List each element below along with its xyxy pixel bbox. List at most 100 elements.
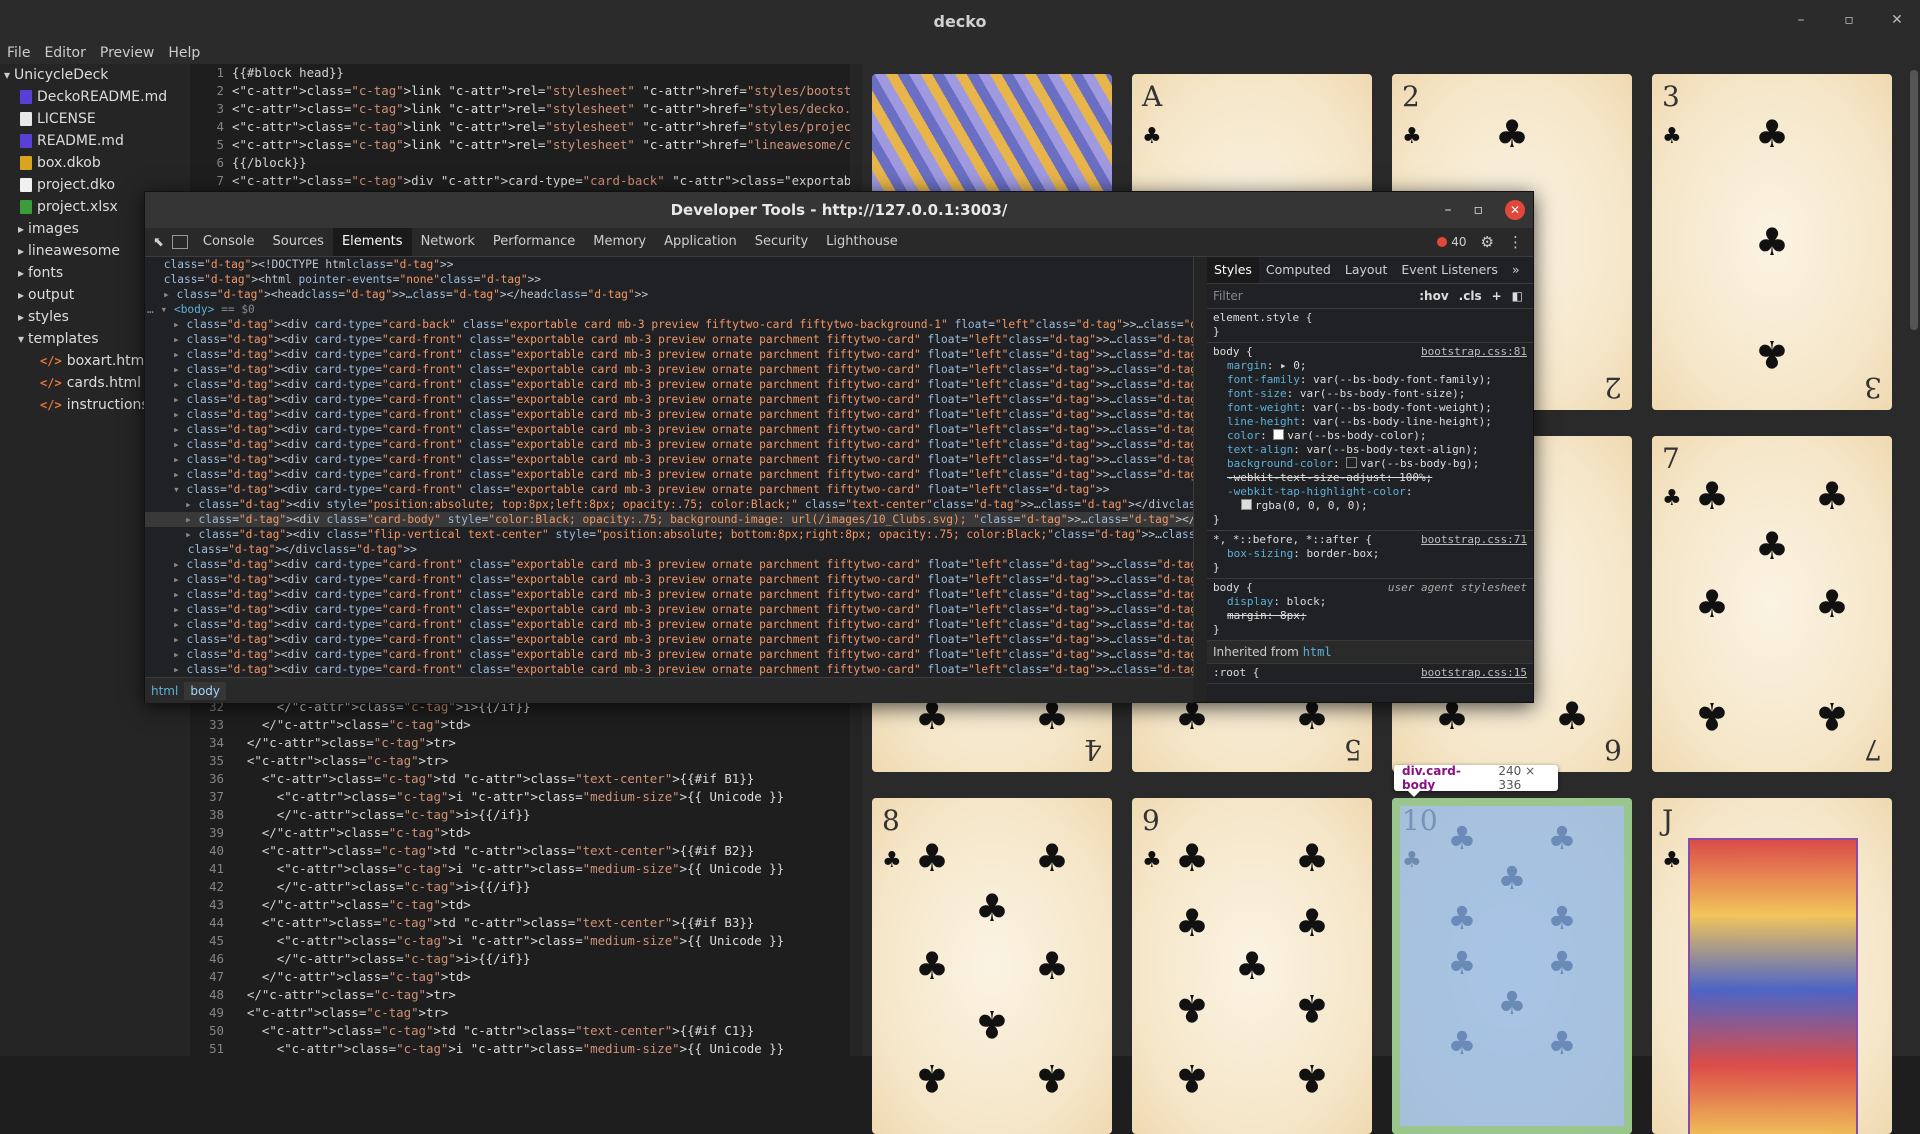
style-declaration[interactable]: box-sizing: border-box;: [1213, 547, 1527, 561]
code-line[interactable]: 34 </"c-attr">class="c-tag">tr>: [190, 734, 456, 752]
code-line[interactable]: 50 <"c-attr">class="c-tag">td "c-attr">c…: [190, 1022, 754, 1040]
disclosure-icon[interactable]: ▸: [173, 468, 186, 481]
elements-tree[interactable]: class="d-tag"><!DOCTYPE htmlclass="d-tag…: [145, 257, 1194, 677]
dom-node[interactable]: class="d-tag"><!DOCTYPE htmlclass="d-tag…: [145, 257, 1193, 272]
code-line[interactable]: 37 <"c-attr">class="c-tag">i "c-attr">cl…: [190, 788, 784, 806]
disclosure-icon[interactable]: ▸: [173, 438, 186, 451]
dom-node[interactable]: ▸ class="d-tag"><div class="flip-vertica…: [145, 527, 1193, 542]
style-declaration[interactable]: background-color: var(--bs-body-bg);: [1213, 457, 1527, 471]
dom-node[interactable]: ▸ class="d-tag"><div class="card-body" s…: [145, 512, 1193, 527]
code-line[interactable]: 38 </"c-attr">class="c-tag">i>{{/if}}: [190, 806, 530, 824]
style-declaration[interactable]: font-family: var(--bs-body-font-family);: [1213, 373, 1527, 387]
disclosure-icon[interactable]: ▸: [185, 528, 198, 541]
playing-card[interactable]: 9 ♣ ♣ ♣ ♣ ♣ ♣ ♣ ♣ ♣ ♣: [1132, 798, 1372, 1134]
style-rule[interactable]: user agent stylesheet body {display: bloc…: [1207, 579, 1533, 641]
dom-node[interactable]: ▸ class="d-tag"><div card-type="card-fro…: [145, 632, 1193, 647]
code-line[interactable]: 1 {{#block head}}: [190, 64, 344, 82]
overridden-declaration[interactable]: -webkit-text-size-adjust: 100%;: [1213, 471, 1527, 485]
dom-node[interactable]: ▸ class="d-tag"><div card-type="card-fro…: [145, 407, 1193, 422]
devtools-tab-performance[interactable]: Performance: [484, 228, 584, 256]
dom-node[interactable]: ▸ class="d-tag"><div card-type="card-fro…: [145, 377, 1193, 392]
dom-node[interactable]: … ▾ <body> == $0: [145, 302, 1193, 317]
disclosure-icon[interactable]: ▸: [173, 558, 186, 571]
disclosure-icon[interactable]: … ▾: [147, 303, 174, 316]
devtools-tab-elements[interactable]: Elements: [332, 228, 412, 256]
close-icon[interactable]: ✕: [1888, 12, 1906, 28]
menu-file[interactable]: File: [0, 45, 37, 61]
style-rule[interactable]: element.style {}: [1207, 309, 1533, 343]
disclosure-icon[interactable]: ▸: [173, 618, 186, 631]
dom-node[interactable]: ▸ class="d-tag"><div card-type="card-fro…: [145, 437, 1193, 452]
code-line[interactable]: 49 <"c-attr">class="c-tag">tr>: [190, 1004, 448, 1022]
dom-node[interactable]: ▾ class="d-tag"><div card-type="card-fro…: [145, 482, 1193, 497]
disclosure-icon[interactable]: ▸: [173, 363, 186, 376]
cls-toggle[interactable]: .cls: [1459, 289, 1482, 303]
disclosure-icon[interactable]: ▸: [173, 603, 186, 616]
disclosure-icon[interactable]: ▸: [173, 333, 186, 346]
dom-node[interactable]: ▸ class="d-tag"><div card-type="card-fro…: [145, 392, 1193, 407]
add-rule-icon[interactable]: +: [1492, 289, 1502, 303]
tree-root[interactable]: ▾ UnicycleDeck: [0, 64, 190, 86]
code-line[interactable]: 51 <"c-attr">class="c-tag">i "c-attr">cl…: [190, 1040, 784, 1058]
devtools-tab-application[interactable]: Application: [655, 228, 746, 256]
color-swatch[interactable]: [1241, 499, 1252, 510]
dom-node[interactable]: ▸ class="d-tag"><headclass="d-tag">>…cla…: [145, 287, 1193, 302]
dom-node[interactable]: class="d-tag"><html pointer-events="none…: [145, 272, 1193, 287]
minimize-icon[interactable]: –: [1792, 12, 1810, 28]
color-swatch[interactable]: [1273, 429, 1285, 440]
hov-toggle[interactable]: :hov: [1419, 289, 1448, 303]
dom-node[interactable]: ▸ class="d-tag"><div card-type="card-fro…: [145, 332, 1193, 347]
devtools-close-icon[interactable]: ✕: [1505, 200, 1525, 220]
styles-tab[interactable]: Event Listeners: [1394, 257, 1505, 283]
tree-item[interactable]: README.md: [0, 130, 190, 152]
filter-input[interactable]: Filter: [1213, 289, 1419, 303]
devtools-tab-network[interactable]: Network: [412, 228, 484, 256]
code-line[interactable]: 45 <"c-attr">class="c-tag">i "c-attr">cl…: [190, 932, 784, 950]
disclosure-icon[interactable]: ▸: [173, 393, 186, 406]
dom-node[interactable]: class="d-tag"></divclass="d-tag">>: [145, 542, 1193, 557]
rule-source[interactable]: bootstrap.css:81: [1421, 345, 1527, 358]
more-tabs-icon[interactable]: »: [1505, 257, 1527, 283]
overridden-declaration[interactable]: margin: 8px;: [1213, 609, 1527, 623]
disclosure-icon[interactable]: ▸: [173, 573, 186, 586]
disclosure-icon[interactable]: ▸: [163, 288, 176, 301]
playing-card[interactable]: J ♣: [1652, 798, 1892, 1134]
disclosure-icon[interactable]: ▸: [173, 633, 186, 646]
dom-node[interactable]: ▸ class="d-tag"><div card-type="card-fro…: [145, 617, 1193, 632]
error-badge[interactable]: 40: [1437, 235, 1467, 249]
style-declaration[interactable]: -webkit-tap-highlight-color:: [1213, 485, 1527, 499]
tree-item[interactable]: LICENSE: [0, 108, 190, 130]
code-line[interactable]: 41 <"c-attr">class="c-tag">i "c-attr">cl…: [190, 860, 784, 878]
settings-gear-icon[interactable]: ⚙: [1481, 233, 1494, 251]
device-toolbar-icon[interactable]: [171, 235, 188, 249]
dom-node[interactable]: ▸ class="d-tag"><div card-type="card-fro…: [145, 587, 1193, 602]
code-line[interactable]: 4 <"c-attr">class="c-tag">link "c-attr">r…: [190, 118, 904, 136]
style-declaration[interactable]: text-align: var(--bs-body-text-align);: [1213, 443, 1527, 457]
dom-node[interactable]: ▸ class="d-tag"><div card-type="card-fro…: [145, 467, 1193, 482]
playing-card[interactable]: 8 ♣ ♣ ♣ ♣ ♣ ♣ ♣ ♣ ♣: [872, 798, 1112, 1134]
menu-editor[interactable]: Editor: [37, 45, 92, 61]
disclosure-icon[interactable]: ▸: [173, 453, 186, 466]
dom-node[interactable]: ▸ class="d-tag"><div card-type="card-fro…: [145, 452, 1193, 467]
playing-card[interactable]: 7 ♣ ♣ ♣ ♣ ♣ ♣ ♣ ♣ 7: [1652, 436, 1892, 772]
tree-item[interactable]: box.dkob: [0, 152, 190, 174]
devtools-tab-memory[interactable]: Memory: [584, 228, 655, 256]
styles-tab[interactable]: Computed: [1259, 257, 1338, 283]
disclosure-icon[interactable]: ▸: [173, 348, 186, 361]
preview-scrollbar[interactable]: [1908, 64, 1920, 1056]
playing-card[interactable]: 3 ♣ ♣ ♣ ♣ 3: [1652, 74, 1892, 410]
dom-node[interactable]: ▸ class="d-tag"><div card-type="card-fro…: [145, 362, 1193, 377]
code-line[interactable]: 39 </"c-attr">class="c-tag">td>: [190, 824, 471, 842]
dom-node[interactable]: ▸ class="d-tag"><div card-type="card-fro…: [145, 572, 1193, 587]
more-options-icon[interactable]: ⋮: [1508, 233, 1523, 251]
disclosure-icon[interactable]: ▸: [185, 513, 198, 526]
dom-node[interactable]: ▸ class="d-tag"><div card-type="card-fro…: [145, 557, 1193, 572]
devtools-tab-lighthouse[interactable]: Lighthouse: [817, 228, 907, 256]
devtools-tab-console[interactable]: Console: [194, 228, 264, 256]
dom-node[interactable]: ▸ class="d-tag"><div card-type="card-bac…: [145, 317, 1193, 332]
tree-item[interactable]: DeckoREADME.md: [0, 86, 190, 108]
code-line[interactable]: 35 <"c-attr">class="c-tag">tr>: [190, 752, 448, 770]
code-line[interactable]: 3 <"c-attr">class="c-tag">link "c-attr">r…: [190, 100, 889, 118]
playing-card[interactable]: 10♣♣♣♣♣♣♣♣♣♣♣: [1392, 798, 1632, 1134]
dom-node[interactable]: ▸ class="d-tag"><div card-type="card-fro…: [145, 662, 1193, 677]
